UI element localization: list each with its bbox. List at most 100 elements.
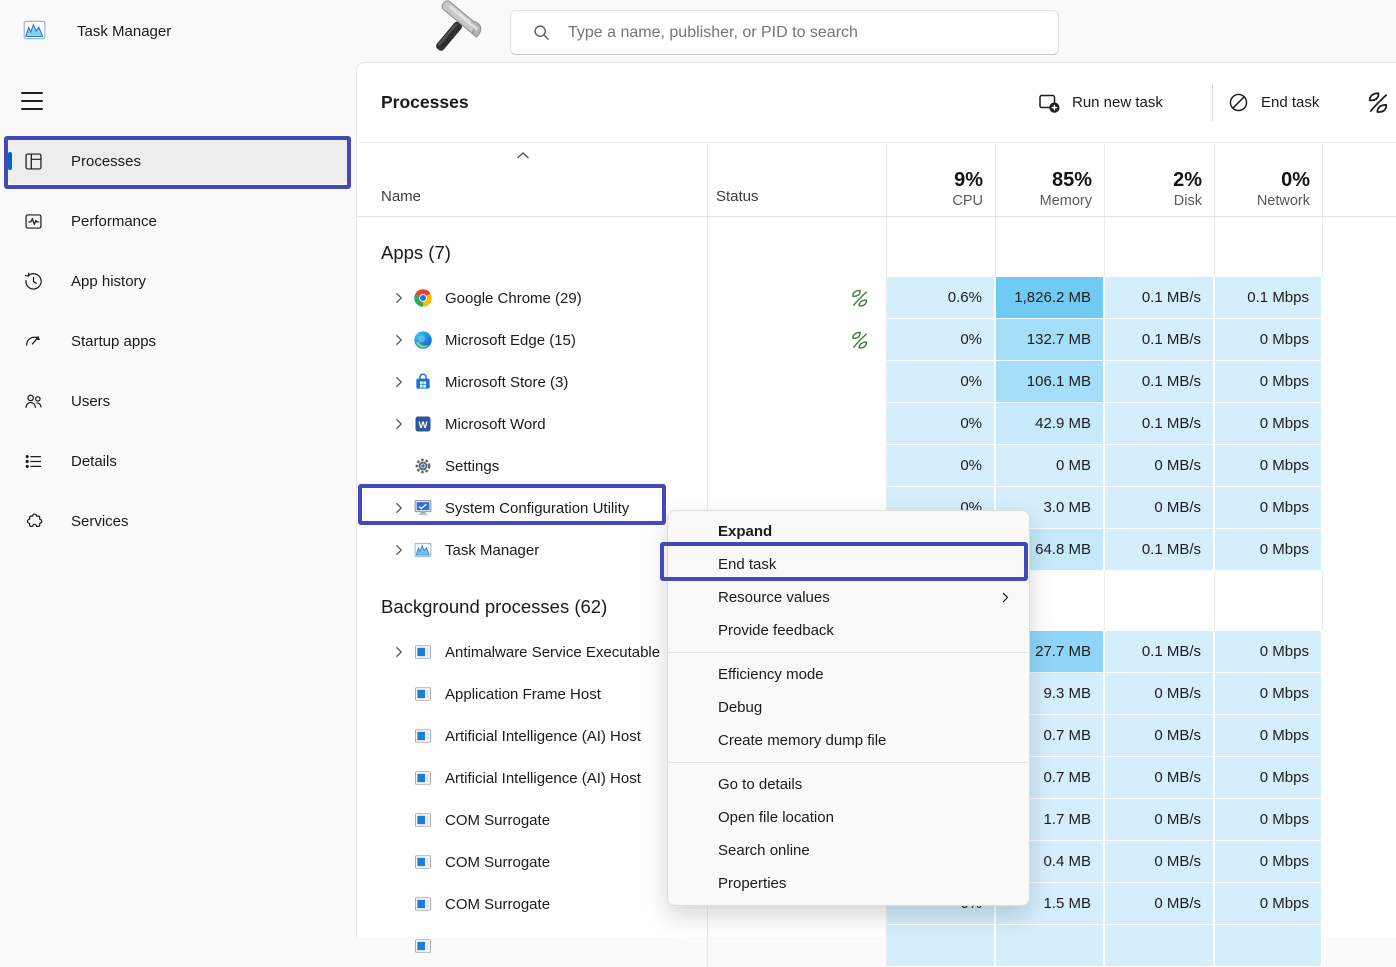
submenu-chevron-icon xyxy=(999,591,1012,604)
process-row-settings[interactable]: Settings0%0 MB0 MB/s0 Mbps xyxy=(357,445,1396,487)
context-menu-item-create-memory-dump-file[interactable]: Create memory dump file xyxy=(668,724,1029,757)
window-icon xyxy=(413,810,433,830)
cell-network: 0 Mbps xyxy=(1215,361,1323,403)
cell-network: 0 Mbps xyxy=(1215,757,1323,799)
chrome-icon xyxy=(413,288,433,308)
context-menu-item-open-file-location[interactable]: Open file location xyxy=(668,801,1029,834)
context-menu-item-efficiency-mode[interactable]: Efficiency mode xyxy=(668,658,1029,691)
cell-name: Settings xyxy=(357,445,708,487)
context-menu-item-end-task[interactable]: End task xyxy=(668,548,1029,581)
end-task-button[interactable]: End task xyxy=(1227,63,1319,142)
chevron-right-icon xyxy=(385,375,413,389)
list-icon xyxy=(23,451,44,472)
group-label: Apps (7) xyxy=(381,242,451,264)
sidebar-item-services[interactable]: Services xyxy=(8,498,348,544)
cell-name: Microsoft Edge (15) xyxy=(357,319,708,361)
process-row-microsoft-edge-15[interactable]: Microsoft Edge (15)0%132.7 MB0.1 MB/s0 M… xyxy=(357,319,1396,361)
cell-name: Apps (7) xyxy=(357,217,708,277)
cell-network: 0 Mbps xyxy=(1215,403,1323,445)
cell-cpu: 0.6% xyxy=(887,277,996,319)
table-header: Name Status 9% CPU 85% Memory 2% Disk 0%… xyxy=(357,142,1396,217)
column-header-network[interactable]: 0% Network xyxy=(1215,143,1323,216)
group-header-apps-7[interactable]: Apps (7) xyxy=(357,217,1396,277)
context-menu-item-provide-feedback[interactable]: Provide feedback xyxy=(668,614,1029,647)
process-name: Microsoft Word xyxy=(445,416,546,433)
cell-extra xyxy=(1323,403,1396,445)
context-menu-separator xyxy=(669,652,1028,653)
process-name: COM Surrogate xyxy=(445,812,550,829)
cell-disk: 0.1 MB/s xyxy=(1105,403,1215,445)
process-row-google-chrome-29[interactable]: Google Chrome (29)0.6%1,826.2 MB0.1 MB/s… xyxy=(357,277,1396,319)
context-menu-item-expand[interactable]: Expand xyxy=(668,515,1029,548)
cell-extra xyxy=(1323,799,1396,841)
cell-name xyxy=(357,925,708,967)
column-header-name[interactable]: Name xyxy=(357,143,708,216)
process-row-microsoft-word[interactable]: WMicrosoft Word0%42.9 MB0.1 MB/s0 Mbps xyxy=(357,403,1396,445)
cell-disk: 0 MB/s xyxy=(1105,715,1215,757)
column-header-cpu[interactable]: 9% CPU xyxy=(887,143,996,216)
cell-network: 0 Mbps xyxy=(1215,673,1323,715)
cell-extra xyxy=(1323,715,1396,757)
process-name: Google Chrome (29) xyxy=(445,290,582,307)
chevron-right-icon xyxy=(385,417,413,431)
column-header-disk[interactable]: 2% Disk xyxy=(1105,143,1215,216)
window-icon xyxy=(413,642,433,662)
cell-name: COM Surrogate xyxy=(357,841,708,883)
cell-memory: 1,826.2 MB xyxy=(996,277,1105,319)
efficiency-mode-button[interactable] xyxy=(1365,63,1393,142)
cell-name: Microsoft Store (3) xyxy=(357,361,708,403)
context-menu-item-properties[interactable]: Properties xyxy=(668,867,1029,900)
cell-name: Application Frame Host xyxy=(357,673,708,715)
cell-extra xyxy=(1323,673,1396,715)
column-header-memory[interactable]: 85% Memory xyxy=(996,143,1105,216)
disk-total-percent: 2% xyxy=(1173,169,1202,192)
toolbar: Processes Run new task End task xyxy=(357,63,1396,142)
process-row-partial[interactable] xyxy=(357,925,1396,967)
context-menu-separator xyxy=(669,762,1028,763)
cell-extra xyxy=(1323,631,1396,673)
cell-disk: 0 MB/s xyxy=(1105,841,1215,883)
context-menu-item-search-online[interactable]: Search online xyxy=(668,834,1029,867)
sidebar-list: Processes Performance App history Startup a… xyxy=(0,138,356,544)
memory-total-percent: 85% xyxy=(1052,169,1092,192)
cell-status xyxy=(708,445,887,487)
cpu-total-percent: 9% xyxy=(954,169,983,192)
column-header-status[interactable]: Status xyxy=(708,143,887,216)
run-new-task-button[interactable]: Run new task xyxy=(1037,63,1163,142)
process-row-microsoft-store-3[interactable]: Microsoft Store (3)0%106.1 MB0.1 MB/s0 M… xyxy=(357,361,1396,403)
sidebar-item-label: Users xyxy=(71,393,110,410)
cell-cpu: 0% xyxy=(887,319,996,361)
sidebar-item-label: Performance xyxy=(71,213,157,230)
search-box[interactable] xyxy=(510,10,1059,55)
sidebar-item-label: Details xyxy=(71,453,117,470)
cell-disk: 0.1 MB/s xyxy=(1105,529,1215,571)
context-menu-item-go-to-details[interactable]: Go to details xyxy=(668,768,1029,801)
cell-status xyxy=(708,403,887,445)
sidebar-item-details[interactable]: Details xyxy=(8,438,348,484)
sidebar-item-label: App history xyxy=(71,273,146,290)
context-menu-item-debug[interactable]: Debug xyxy=(668,691,1029,724)
cell-disk xyxy=(1105,925,1215,967)
hamburger-menu-button[interactable] xyxy=(19,90,45,112)
search-input[interactable] xyxy=(568,11,1058,54)
svg-text:W: W xyxy=(418,420,428,431)
sidebar-item-app-history[interactable]: App history xyxy=(8,258,348,304)
cell-extra xyxy=(1323,487,1396,529)
cell-extra xyxy=(1323,361,1396,403)
chevron-right-icon xyxy=(385,291,413,305)
leaf-icon xyxy=(849,329,872,352)
cell-memory: 106.1 MB xyxy=(996,361,1105,403)
cell-name: COM Surrogate xyxy=(357,799,708,841)
sidebar-item-performance[interactable]: Performance xyxy=(8,198,348,244)
process-name: Application Frame Host xyxy=(445,686,601,703)
hammer-cursor-icon xyxy=(424,0,490,64)
context-menu-item-resource-values[interactable]: Resource values xyxy=(668,581,1029,614)
sidebar-item-startup-apps[interactable]: Startup apps xyxy=(8,318,348,364)
cell-status xyxy=(708,319,887,361)
sidebar-item-label: Processes xyxy=(71,153,141,170)
sidebar-item-processes[interactable]: Processes xyxy=(8,138,348,184)
sidebar-item-users[interactable]: Users xyxy=(8,378,348,424)
cell-disk: 0 MB/s xyxy=(1105,487,1215,529)
window-icon xyxy=(413,768,433,788)
sidebar: Processes Performance App history Startup a… xyxy=(0,62,356,937)
